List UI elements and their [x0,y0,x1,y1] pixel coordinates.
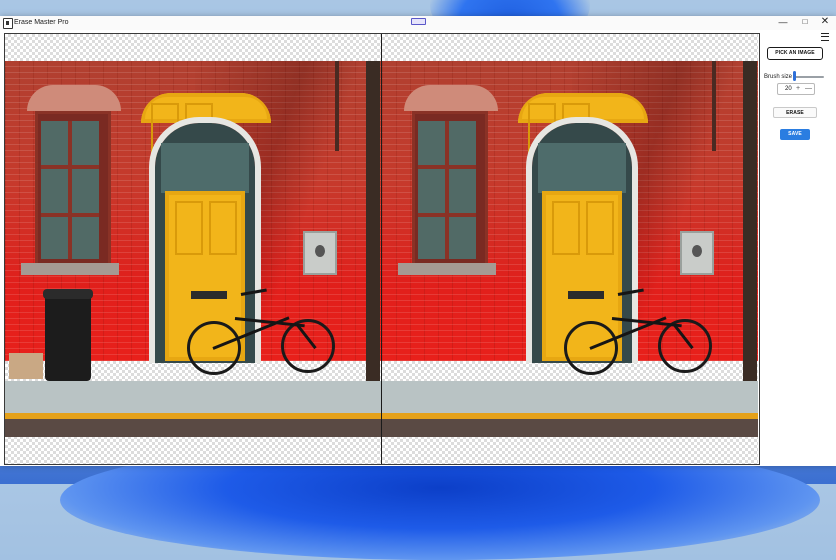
brush-size-slider-thumb[interactable] [793,71,796,81]
original-image-pane[interactable] [5,34,381,464]
brush-size-slider[interactable] [794,76,824,78]
save-button[interactable]: SAVE [780,129,810,140]
title-bar[interactable]: Erase Master Pro — □ ✕ [0,16,836,30]
app-icon [3,18,13,29]
app-window: Erase Master Pro — □ ✕ PICK AN IMAGE Bru… [0,16,836,466]
original-image [5,61,381,437]
window-title: Erase Master Pro [14,19,69,26]
pick-image-button[interactable]: PICK AN IMAGE [767,47,823,60]
snap-layout-handle[interactable] [411,18,426,25]
image-canvas[interactable] [4,33,760,465]
result-image-pane[interactable] [382,34,758,464]
control-panel: PICK AN IMAGE Brush size 20 + — ERASE SA… [760,33,836,466]
brush-size-label: Brush size [764,74,793,80]
brush-size-input[interactable]: 20 + — [777,83,815,95]
erase-button[interactable]: ERASE [773,107,817,118]
plus-icon[interactable]: + [796,84,800,93]
result-image [382,61,758,437]
minus-icon[interactable]: — [805,84,812,93]
close-button[interactable]: ✕ [812,16,836,28]
brush-size-value: 20 [785,86,792,92]
trash-bin [43,289,93,381]
